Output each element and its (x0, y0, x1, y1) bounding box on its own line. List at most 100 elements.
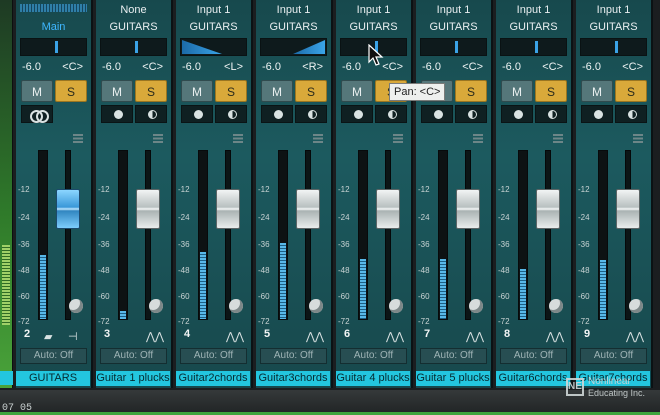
fader-track[interactable] (625, 150, 631, 320)
channel-menu-icon[interactable] (473, 134, 483, 143)
output-select[interactable]: GUITARS (579, 21, 648, 33)
automation-mode-button[interactable]: Auto: Off (340, 348, 407, 364)
panel-knob-icon[interactable] (69, 299, 83, 313)
routing-icon[interactable]: ⊣ (68, 330, 78, 343)
channel-name-label[interactable]: Guitar 4 plucks (336, 371, 411, 386)
input-select[interactable]: Input 1 (179, 4, 248, 16)
fader-track[interactable] (545, 150, 551, 320)
pan-slider[interactable] (20, 38, 87, 56)
panel-knob-icon[interactable] (309, 299, 323, 313)
panel-knob-icon[interactable] (629, 299, 643, 313)
volume-fader[interactable] (456, 189, 480, 229)
channel-name-label[interactable]: Guitar 1 plucks (96, 371, 171, 386)
pan-value[interactable]: <C> (542, 61, 563, 73)
monitor-button[interactable] (615, 105, 647, 123)
automation-mode-button[interactable]: Auto: Off (180, 348, 247, 364)
record-button[interactable] (341, 105, 373, 123)
record-button[interactable] (101, 105, 133, 123)
pan-slider[interactable] (100, 38, 167, 56)
pan-slider[interactable] (580, 38, 647, 56)
volume-value[interactable]: -6.0 (262, 61, 281, 73)
mute-button[interactable]: M (21, 80, 53, 102)
volume-value[interactable]: -6.0 (502, 61, 521, 73)
waveform-icon[interactable]: ⋀⋀ (226, 330, 244, 343)
waveform-icon[interactable]: ⋀⋀ (626, 330, 644, 343)
solo-button[interactable]: S (455, 80, 487, 102)
automation-mode-button[interactable]: Auto: Off (100, 348, 167, 364)
channel-label[interactable] (0, 371, 13, 385)
volume-fader[interactable] (376, 189, 400, 229)
output-select[interactable]: GUITARS (339, 21, 408, 33)
input-select[interactable]: Input 1 (579, 4, 648, 16)
automation-mode-button[interactable]: Auto: Off (580, 348, 647, 364)
fader-track[interactable] (225, 150, 231, 320)
mute-button[interactable]: M (581, 80, 613, 102)
automation-mode-button[interactable]: Auto: Off (260, 348, 327, 364)
fader-track[interactable] (385, 150, 391, 320)
output-select[interactable]: Main (19, 21, 88, 33)
pan-value[interactable]: <C> (622, 61, 643, 73)
fader-track[interactable] (305, 150, 311, 320)
channel-name-label[interactable]: Guitar2chords (176, 371, 251, 386)
panel-knob-icon[interactable] (149, 299, 163, 313)
channel-name-label[interactable]: GUITARS (16, 371, 91, 386)
volume-value[interactable]: -6.0 (422, 61, 441, 73)
channel-name-label[interactable]: Guitar3chords (256, 371, 331, 386)
solo-button[interactable]: S (55, 80, 87, 102)
mute-button[interactable]: M (101, 80, 133, 102)
monitor-button[interactable] (375, 105, 407, 123)
pan-value[interactable]: <L> (224, 61, 243, 73)
record-button[interactable] (261, 105, 293, 123)
monitor-button[interactable] (295, 105, 327, 123)
link-button[interactable] (21, 105, 53, 123)
fader-track[interactable] (65, 150, 71, 320)
arrangement-timeline[interactable]: 07 05 (0, 390, 660, 415)
channel-menu-icon[interactable] (73, 134, 83, 143)
pan-slider[interactable] (420, 38, 487, 56)
solo-button[interactable]: S (295, 80, 327, 102)
pan-slider[interactable] (500, 38, 567, 56)
solo-button[interactable]: S (135, 80, 167, 102)
mute-button[interactable]: M (341, 80, 373, 102)
channel-name-label[interactable]: Guitar6chords (496, 371, 571, 386)
volume-fader[interactable] (136, 189, 160, 229)
monitor-button[interactable] (215, 105, 247, 123)
volume-value[interactable]: -6.0 (182, 61, 201, 73)
mute-button[interactable]: M (181, 80, 213, 102)
channel-menu-icon[interactable] (313, 134, 323, 143)
output-select[interactable]: GUITARS (499, 21, 568, 33)
pan-value[interactable]: <C> (462, 61, 483, 73)
mute-button[interactable]: M (501, 80, 533, 102)
record-button[interactable] (421, 105, 453, 123)
pan-slider[interactable] (260, 38, 327, 56)
fader-track[interactable] (465, 150, 471, 320)
pan-value[interactable]: <C> (142, 61, 163, 73)
panel-knob-icon[interactable] (229, 299, 243, 313)
solo-button[interactable]: S (535, 80, 567, 102)
panel-knob-icon[interactable] (469, 299, 483, 313)
volume-fader[interactable] (216, 189, 240, 229)
output-select[interactable]: GUITARS (259, 21, 328, 33)
input-select[interactable]: Input 1 (339, 4, 408, 16)
waveform-icon[interactable]: ⋀⋀ (466, 330, 484, 343)
channel-menu-icon[interactable] (553, 134, 563, 143)
input-select[interactable]: Input 1 (499, 4, 568, 16)
waveform-icon[interactable]: ⋀⋀ (146, 330, 164, 343)
monitor-button[interactable] (455, 105, 487, 123)
volume-value[interactable]: -6.0 (102, 61, 121, 73)
waveform-icon[interactable]: ⋀⋀ (386, 330, 404, 343)
pan-slider[interactable] (180, 38, 247, 56)
channel-menu-icon[interactable] (633, 134, 643, 143)
automation-mode-button[interactable]: Auto: Off (420, 348, 487, 364)
output-select[interactable]: GUITARS (99, 21, 168, 33)
channel-menu-icon[interactable] (153, 134, 163, 143)
input-select[interactable]: Input 1 (259, 4, 328, 16)
solo-button[interactable]: S (615, 80, 647, 102)
input-select[interactable]: Input 1 (419, 4, 488, 16)
channel-menu-icon[interactable] (393, 134, 403, 143)
monitor-button[interactable] (135, 105, 167, 123)
automation-mode-button[interactable]: Auto: Off (20, 348, 87, 364)
channel-name-label[interactable]: Guitar 5 plucks (416, 371, 491, 386)
waveform-icon[interactable]: ⋀⋀ (546, 330, 564, 343)
pan-value[interactable]: <C> (382, 61, 403, 73)
